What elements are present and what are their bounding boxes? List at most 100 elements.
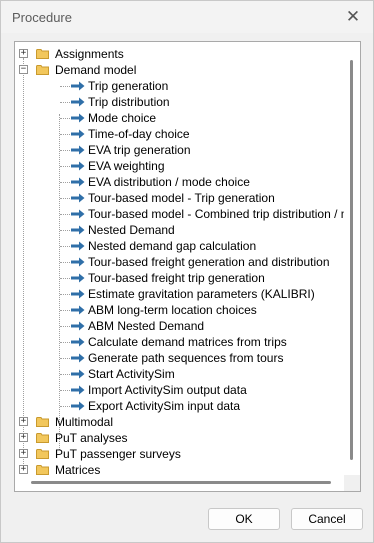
procedure-arrow-icon [71, 369, 85, 379]
tree-procedure-item[interactable]: Import ActivitySim output data [15, 382, 345, 398]
tree-procedure-label: ABM long-term location choices [88, 303, 257, 317]
procedure-arrow-icon [71, 161, 85, 171]
procedure-dialog: Procedure ✕ + Assignments − Demand model Tri… [0, 0, 374, 543]
tree-procedure-label: Export ActivitySim input data [88, 399, 241, 413]
tree-item-connector [60, 166, 70, 167]
procedure-arrow-icon [71, 257, 85, 267]
tree-item-connector [60, 342, 70, 343]
procedure-arrow-icon [71, 81, 85, 91]
folder-icon [36, 449, 49, 459]
tree-item-connector [60, 118, 70, 119]
procedure-arrow-icon [71, 305, 85, 315]
tree-item-connector [60, 214, 70, 215]
vertical-scrollbar[interactable] [344, 42, 360, 477]
tree-procedure-label: EVA trip generation [88, 143, 191, 157]
expand-icon[interactable]: + [19, 465, 28, 474]
tree-procedure-item[interactable]: Tour-based model - Trip generation [15, 190, 345, 206]
tree-group-row[interactable]: + Assignments [15, 46, 345, 62]
tree-group-row[interactable]: + Multimodal [15, 414, 345, 430]
expand-icon[interactable]: + [19, 417, 28, 426]
tree-group-label: PuT passenger surveys [55, 447, 181, 461]
tree-item-connector [60, 182, 70, 183]
tree-procedure-item[interactable]: Trip generation [15, 78, 345, 94]
procedure-arrow-icon [71, 113, 85, 123]
ok-button[interactable]: OK [208, 508, 280, 530]
procedure-arrow-icon [71, 225, 85, 235]
tree-group-label: Assignments [55, 47, 124, 61]
cancel-button[interactable]: Cancel [291, 508, 363, 530]
procedure-arrow-icon [71, 337, 85, 347]
tree-procedure-label: Estimate gravitation parameters (KALIBRI… [88, 287, 315, 301]
tree-procedure-label: Generate path sequences from tours [88, 351, 284, 365]
tree-item-connector [60, 294, 70, 295]
tree-group-row[interactable]: + PuT analyses [15, 430, 345, 446]
procedure-arrow-icon [71, 401, 85, 411]
tree-procedure-label: Trip distribution [88, 95, 170, 109]
tree-item-connector [60, 406, 70, 407]
procedure-arrow-icon [71, 209, 85, 219]
procedure-arrow-icon [71, 97, 85, 107]
vertical-scroll-thumb[interactable] [350, 60, 353, 460]
folder-icon [36, 417, 49, 427]
tree-procedure-item[interactable]: Mode choice [15, 110, 345, 126]
tree-procedure-item[interactable]: Tour-based model - Combined trip distrib… [15, 206, 345, 222]
tree-procedure-label: Tour-based model - Trip generation [88, 191, 275, 205]
folder-icon [36, 433, 49, 443]
tree-procedure-item[interactable]: EVA trip generation [15, 142, 345, 158]
procedure-arrow-icon [71, 289, 85, 299]
collapse-icon[interactable]: − [19, 65, 28, 74]
procedure-arrow-icon [71, 129, 85, 139]
procedure-arrow-icon [71, 385, 85, 395]
tree-procedure-item[interactable]: Generate path sequences from tours [15, 350, 345, 366]
tree-procedure-item[interactable]: Nested Demand [15, 222, 345, 238]
tree-item-connector [60, 278, 70, 279]
tree-procedure-label: ABM Nested Demand [88, 319, 205, 333]
horizontal-scroll-thumb[interactable] [31, 481, 331, 484]
folder-icon [36, 465, 49, 475]
tree-item-connector [60, 246, 70, 247]
tree-procedure-label: Tour-based model - Combined trip distrib… [88, 207, 345, 221]
tree-procedure-item[interactable]: Export ActivitySim input data [15, 398, 345, 414]
procedure-arrow-icon [71, 241, 85, 251]
tree-procedure-item[interactable]: ABM Nested Demand [15, 318, 345, 334]
close-icon[interactable]: ✕ [333, 1, 373, 33]
tree-procedure-label: EVA weighting [88, 159, 165, 173]
procedure-arrow-icon [71, 273, 85, 283]
tree-procedure-item[interactable]: Nested demand gap calculation [15, 238, 345, 254]
tree-group-row[interactable]: + PuT passenger surveys [15, 446, 345, 462]
tree-procedure-item[interactable]: ABM long-term location choices [15, 302, 345, 318]
expand-icon[interactable]: + [19, 49, 28, 58]
expand-icon[interactable]: + [19, 449, 28, 458]
tree-procedure-item[interactable]: Start ActivitySim [15, 366, 345, 382]
procedure-arrow-icon [71, 353, 85, 363]
folder-icon [36, 65, 49, 75]
expand-icon[interactable]: + [19, 433, 28, 442]
horizontal-scrollbar[interactable] [15, 475, 345, 491]
tree-procedure-item[interactable]: Calculate demand matrices from trips [15, 334, 345, 350]
tree-group-label: Demand model [55, 63, 137, 77]
procedure-arrow-icon [71, 177, 85, 187]
tree-procedure-item[interactable]: Trip distribution [15, 94, 345, 110]
tree-item-connector [60, 326, 70, 327]
tree-group-label: Multimodal [55, 415, 114, 429]
tree-item-connector [60, 198, 70, 199]
tree-procedure-label: Mode choice [88, 111, 157, 125]
tree-procedure-item[interactable]: Tour-based freight generation and distri… [15, 254, 345, 270]
tree-item-connector [60, 358, 70, 359]
procedure-tree[interactable]: + Assignments − Demand model Trip generation… [14, 41, 361, 492]
tree-procedure-item[interactable]: Estimate gravitation parameters (KALIBRI… [15, 286, 345, 302]
tree-item-connector [60, 390, 70, 391]
tree-procedure-label: Calculate demand matrices from trips [88, 335, 287, 349]
tree-procedure-label: Start ActivitySim [88, 367, 175, 381]
tree-procedure-item[interactable]: EVA weighting [15, 158, 345, 174]
tree-procedure-item[interactable]: Tour-based freight trip generation [15, 270, 345, 286]
tree-group-row[interactable]: − Demand model [15, 62, 345, 78]
folder-icon [36, 49, 49, 59]
tree-procedure-item[interactable]: EVA distribution / mode choice [15, 174, 345, 190]
title-bar[interactable]: Procedure ✕ [1, 1, 373, 33]
tree-item-connector [60, 262, 70, 263]
tree-procedure-label: Tour-based freight generation and distri… [88, 255, 330, 269]
tree-group-label: PuT analyses [55, 431, 128, 445]
tree-procedure-item[interactable]: Time-of-day choice [15, 126, 345, 142]
tree-item-connector [60, 102, 70, 103]
